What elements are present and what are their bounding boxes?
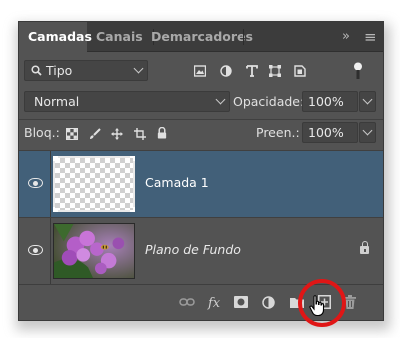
chevron-down-icon — [362, 125, 373, 136]
tab-separator — [243, 29, 244, 45]
lock-paint-icon[interactable] — [89, 128, 101, 140]
highlight-circle — [298, 279, 346, 327]
panel-menu-icon[interactable]: ≡ — [364, 22, 377, 52]
shape-filter-icon[interactable] — [269, 65, 281, 77]
search-icon — [31, 65, 42, 76]
layer-name[interactable]: Plano de Fundo — [145, 242, 241, 257]
visibility-column-divider — [50, 151, 51, 217]
fill-dropdown[interactable] — [359, 122, 376, 143]
lock-icon[interactable] — [360, 241, 369, 254]
type-filter-icon[interactable] — [246, 65, 258, 77]
lock-row: Bloq.: Preen.: 100% — [19, 122, 383, 146]
flower-photo-thumbnail[interactable] — [53, 223, 135, 279]
layer-name[interactable]: Camada 1 — [145, 175, 209, 190]
filter-kind-label: Tipo — [46, 63, 73, 78]
chevron-down-icon — [362, 94, 373, 105]
adjustment-filter-icon[interactable] — [220, 65, 232, 77]
fill-value: 100% — [308, 125, 344, 140]
filter-row: Tipo — [19, 60, 383, 84]
lock-artboard-icon[interactable] — [134, 128, 146, 140]
lock-move-icon[interactable] — [111, 128, 123, 140]
divider — [19, 119, 383, 120]
layer-row-plano-de-fundo[interactable]: Plano de Fundo — [19, 218, 383, 284]
layer-thumbnail-transparent[interactable] — [53, 156, 135, 212]
link-layers-icon[interactable] — [179, 297, 195, 307]
opacity-field[interactable]: 100% — [302, 91, 358, 112]
thumbnail-corner — [130, 156, 135, 161]
blend-mode-value: Normal — [34, 94, 80, 109]
tab-camadas[interactable]: Camadas — [19, 22, 92, 52]
fx-icon[interactable]: fx — [208, 296, 220, 311]
collapse-icon[interactable]: » — [342, 22, 350, 52]
fill-field[interactable]: 100% — [302, 122, 358, 143]
opacity-value: 100% — [308, 94, 344, 109]
lock-all-icon[interactable] — [156, 127, 168, 139]
blend-mode-select[interactable]: Normal — [24, 91, 230, 112]
thumbnail-corner — [53, 207, 58, 212]
adjustment-icon[interactable] — [262, 296, 275, 309]
visibility-column-divider — [50, 218, 51, 284]
opacity-label: Opacidade: — [233, 94, 305, 109]
filter-toggle-icon[interactable] — [353, 62, 363, 80]
tab-bar: Camadas Canais Demarcadores » ≡ — [19, 22, 383, 52]
layers-panel: Camadas Canais Demarcadores » ≡ Tipo Nor… — [18, 21, 384, 321]
filter-kind-select[interactable]: Tipo — [24, 60, 148, 81]
smart-object-filter-icon[interactable] — [294, 65, 306, 77]
lock-transparent-icon[interactable] — [66, 128, 78, 140]
thumbnail-corner — [53, 156, 58, 161]
eye-icon[interactable] — [28, 178, 43, 188]
layer-row-camada-1[interactable]: Camada 1 — [19, 151, 383, 217]
fill-label: Preen.: — [256, 125, 300, 140]
mask-icon[interactable] — [234, 296, 248, 308]
chevron-down-icon — [215, 94, 226, 105]
thumbnail-corner — [130, 207, 135, 212]
eye-icon[interactable] — [28, 245, 43, 255]
chevron-down-icon — [133, 63, 144, 74]
lock-label: Bloq.: — [24, 125, 60, 140]
opacity-dropdown[interactable] — [359, 91, 376, 112]
blend-row: Normal Opacidade: 100% — [19, 91, 383, 115]
image-filter-icon[interactable] — [194, 65, 206, 77]
